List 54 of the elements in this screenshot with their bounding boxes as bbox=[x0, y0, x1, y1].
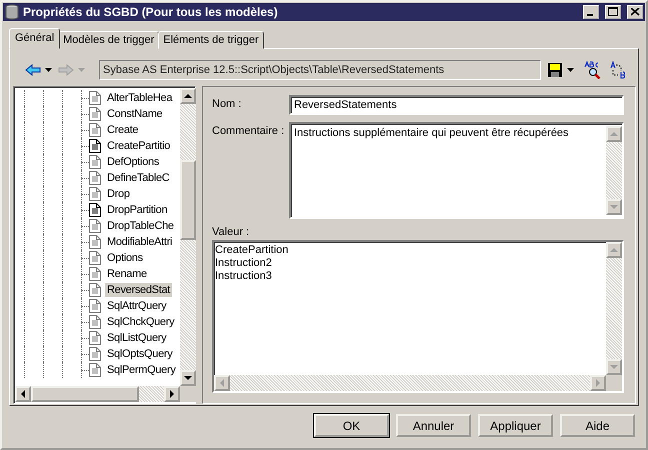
comment-text: Instructions supplémentaire qui peuvent être récupérées bbox=[294, 126, 570, 141]
scroll-thumb[interactable] bbox=[180, 160, 196, 240]
scrollbar-corner bbox=[180, 386, 196, 402]
tree-item[interactable]: DropPartition bbox=[105, 203, 170, 217]
tree-item[interactable]: DefOptions bbox=[105, 155, 162, 169]
tree-item[interactable]: SqlOptsQuery bbox=[105, 347, 174, 361]
name-field[interactable]: ReversedStatements bbox=[289, 95, 624, 115]
tree-item[interactable]: CreatePartitio bbox=[105, 139, 172, 153]
tree-item[interactable]: Options bbox=[105, 251, 145, 265]
tree-item[interactable]: DefineTableC bbox=[105, 171, 172, 185]
tree-item[interactable]: DropTableChe bbox=[105, 219, 176, 233]
tab[interactable]: Modèles de trigger bbox=[58, 31, 160, 49]
tree-item[interactable]: AlterTableHea bbox=[105, 91, 174, 105]
spell-check-icon[interactable] bbox=[584, 61, 602, 79]
dialog-button[interactable]: Appliquer bbox=[478, 414, 553, 437]
dialog-button[interactable]: Aide bbox=[560, 414, 635, 437]
field-label: Commentaire : bbox=[212, 124, 286, 137]
scroll-thumb[interactable] bbox=[31, 386, 139, 402]
field-label: Valeur : bbox=[212, 226, 250, 238]
tree-item[interactable]: Rename bbox=[105, 267, 149, 281]
database-icon bbox=[5, 4, 19, 20]
tree-item[interactable]: SqlPermQuery bbox=[105, 363, 178, 377]
dialog-button[interactable]: OK bbox=[314, 414, 389, 437]
tree-item[interactable]: SqlAttrQuery bbox=[105, 299, 168, 313]
tree-item[interactable]: SqlChckQuery bbox=[105, 315, 176, 329]
value-line: Instruction3 bbox=[215, 270, 273, 283]
tab[interactable]: Eléments de trigger bbox=[158, 31, 264, 49]
save-icon[interactable] bbox=[547, 62, 563, 78]
tree-item[interactable]: Create bbox=[105, 123, 140, 137]
scroll-up-button[interactable] bbox=[180, 88, 196, 104]
scroll-left-button[interactable] bbox=[15, 386, 31, 402]
tab[interactable]: Général bbox=[9, 28, 60, 49]
value-line: Instruction2 bbox=[215, 257, 273, 270]
tree-item[interactable]: SqlListQuery bbox=[105, 331, 168, 345]
scroll-down-button[interactable] bbox=[180, 370, 196, 386]
value-line: CreatePartition bbox=[215, 244, 290, 257]
tree-item[interactable]: Drop bbox=[105, 187, 132, 201]
scroll-right-button[interactable] bbox=[164, 386, 180, 402]
close-button[interactable] bbox=[627, 5, 643, 19]
tree-item[interactable]: ConstName bbox=[105, 107, 164, 121]
caret-icon[interactable] bbox=[567, 68, 574, 72]
tree-item[interactable]: ModifiableAttri bbox=[105, 235, 174, 249]
caret-icon[interactable] bbox=[45, 68, 52, 72]
tree-item[interactable]: ReversedStat bbox=[105, 283, 172, 297]
rename-icon[interactable] bbox=[610, 61, 628, 79]
dialog-button[interactable]: Annuler bbox=[396, 414, 471, 437]
back-arrow-icon[interactable] bbox=[25, 64, 41, 76]
maximize-button[interactable] bbox=[605, 5, 621, 19]
field-label: Nom : bbox=[212, 97, 242, 110]
minimize-button[interactable] bbox=[583, 5, 599, 19]
scrollbar-corner bbox=[606, 375, 622, 391]
close-icon bbox=[631, 8, 640, 16]
path-field: Sybase AS Enterprise 12.5::Script\Objects\Table\ReversedStatements bbox=[99, 60, 541, 80]
window-title: Propriétés du SGBD (Pour tous les modèles) bbox=[23, 5, 279, 19]
